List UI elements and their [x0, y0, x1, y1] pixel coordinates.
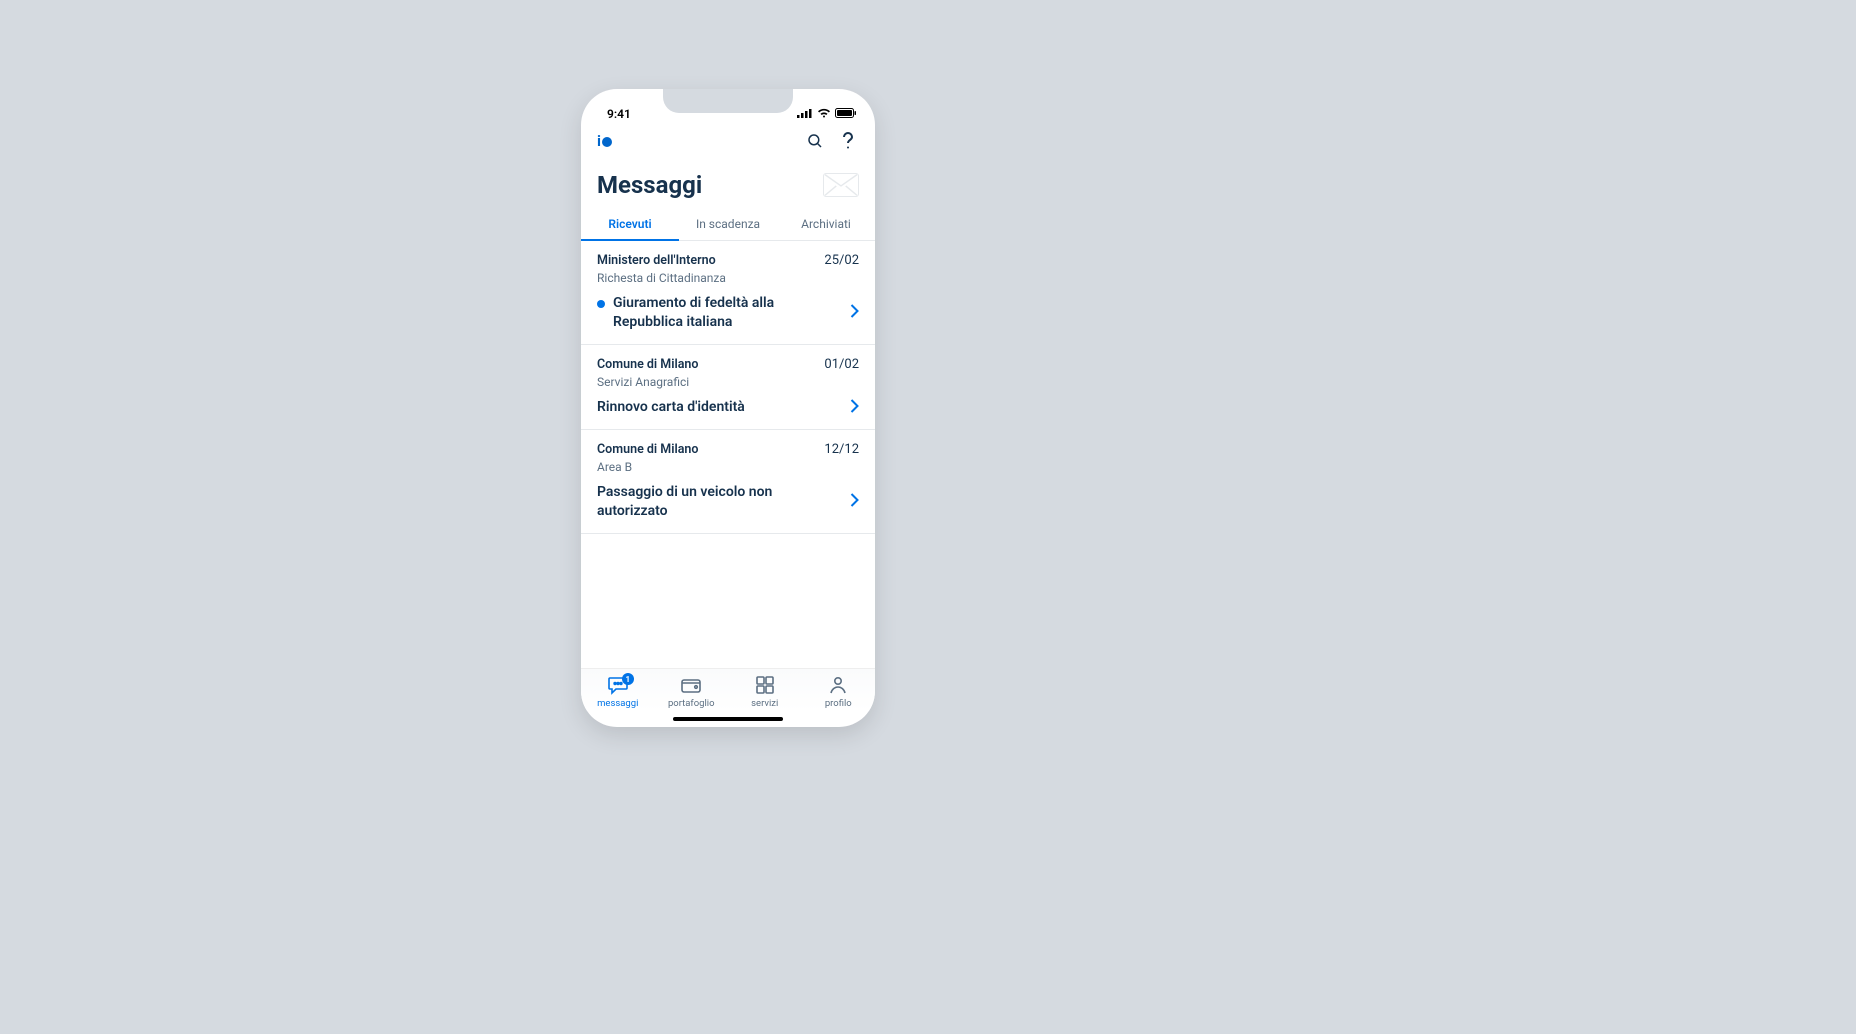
message-list: Ministero dell'Interno 25/02 Richesta di… [581, 241, 875, 668]
tab-archiviati[interactable]: Archiviati [777, 209, 875, 240]
message-service: Area B [597, 460, 859, 474]
message-date: 25/02 [824, 253, 859, 268]
message-sender: Comune di Milano [597, 442, 699, 457]
phone-frame: 9:41 i Messaggi [581, 89, 875, 727]
message-title: Rinnovo carta d'identità [597, 398, 745, 417]
bottom-tabbar: 1 messaggi portafoglio servizi profilo [581, 668, 875, 711]
home-indicator [673, 717, 783, 721]
status-indicators [797, 107, 857, 121]
message-item[interactable]: Comune di Milano 12/12 Area B Passaggio … [581, 430, 875, 534]
unread-dot-icon [597, 300, 605, 308]
logo-dot-icon [602, 137, 612, 147]
tabbar-label: profilo [825, 698, 852, 709]
tabbar-label: messaggi [597, 698, 638, 709]
cellular-icon [797, 107, 813, 121]
message-service: Richesta di Cittadinanza [597, 271, 859, 285]
badge-count: 1 [622, 673, 634, 685]
message-title: Giuramento di fedeltà alla Repubblica it… [613, 294, 842, 332]
message-sender: Ministero dell'Interno [597, 253, 716, 268]
device-notch [663, 89, 793, 113]
chevron-right-icon [850, 492, 859, 511]
tab-in-scadenza[interactable]: In scadenza [679, 209, 777, 240]
message-item[interactable]: Comune di Milano 01/02 Servizi Anagrafic… [581, 345, 875, 430]
tabbar-servizi[interactable]: servizi [728, 675, 802, 709]
page-title: Messaggi [597, 171, 702, 199]
battery-icon [835, 107, 857, 121]
tabbar-profilo[interactable]: profilo [802, 675, 876, 709]
message-title: Passaggio di un veicolo non autorizzato [597, 483, 842, 521]
tabbar-portafoglio[interactable]: portafoglio [655, 675, 729, 709]
message-service: Servizi Anagrafici [597, 375, 859, 389]
status-time: 9:41 [607, 107, 631, 121]
message-date: 01/02 [824, 357, 859, 372]
tabbar-label: servizi [751, 698, 778, 709]
chevron-right-icon [850, 303, 859, 322]
profile-icon [827, 675, 849, 695]
tabbar-messaggi[interactable]: 1 messaggi [581, 675, 655, 709]
services-icon [754, 675, 776, 695]
chevron-right-icon [850, 398, 859, 417]
tabbar-label: portafoglio [668, 698, 715, 709]
app-logo: i [597, 132, 612, 150]
message-tabs: Ricevuti In scadenza Archiviati [581, 209, 875, 241]
tab-ricevuti[interactable]: Ricevuti [581, 209, 679, 240]
search-icon[interactable] [805, 131, 825, 151]
wallet-icon [680, 675, 702, 695]
page-header: Messaggi [581, 157, 875, 209]
logo-text: i [597, 132, 601, 150]
help-icon[interactable] [839, 131, 859, 151]
wifi-icon [817, 107, 831, 121]
message-item[interactable]: Ministero dell'Interno 25/02 Richesta di… [581, 241, 875, 345]
nav-bar: i [581, 123, 875, 157]
mail-icon [823, 173, 859, 197]
message-sender: Comune di Milano [597, 357, 699, 372]
message-date: 12/12 [824, 442, 859, 457]
